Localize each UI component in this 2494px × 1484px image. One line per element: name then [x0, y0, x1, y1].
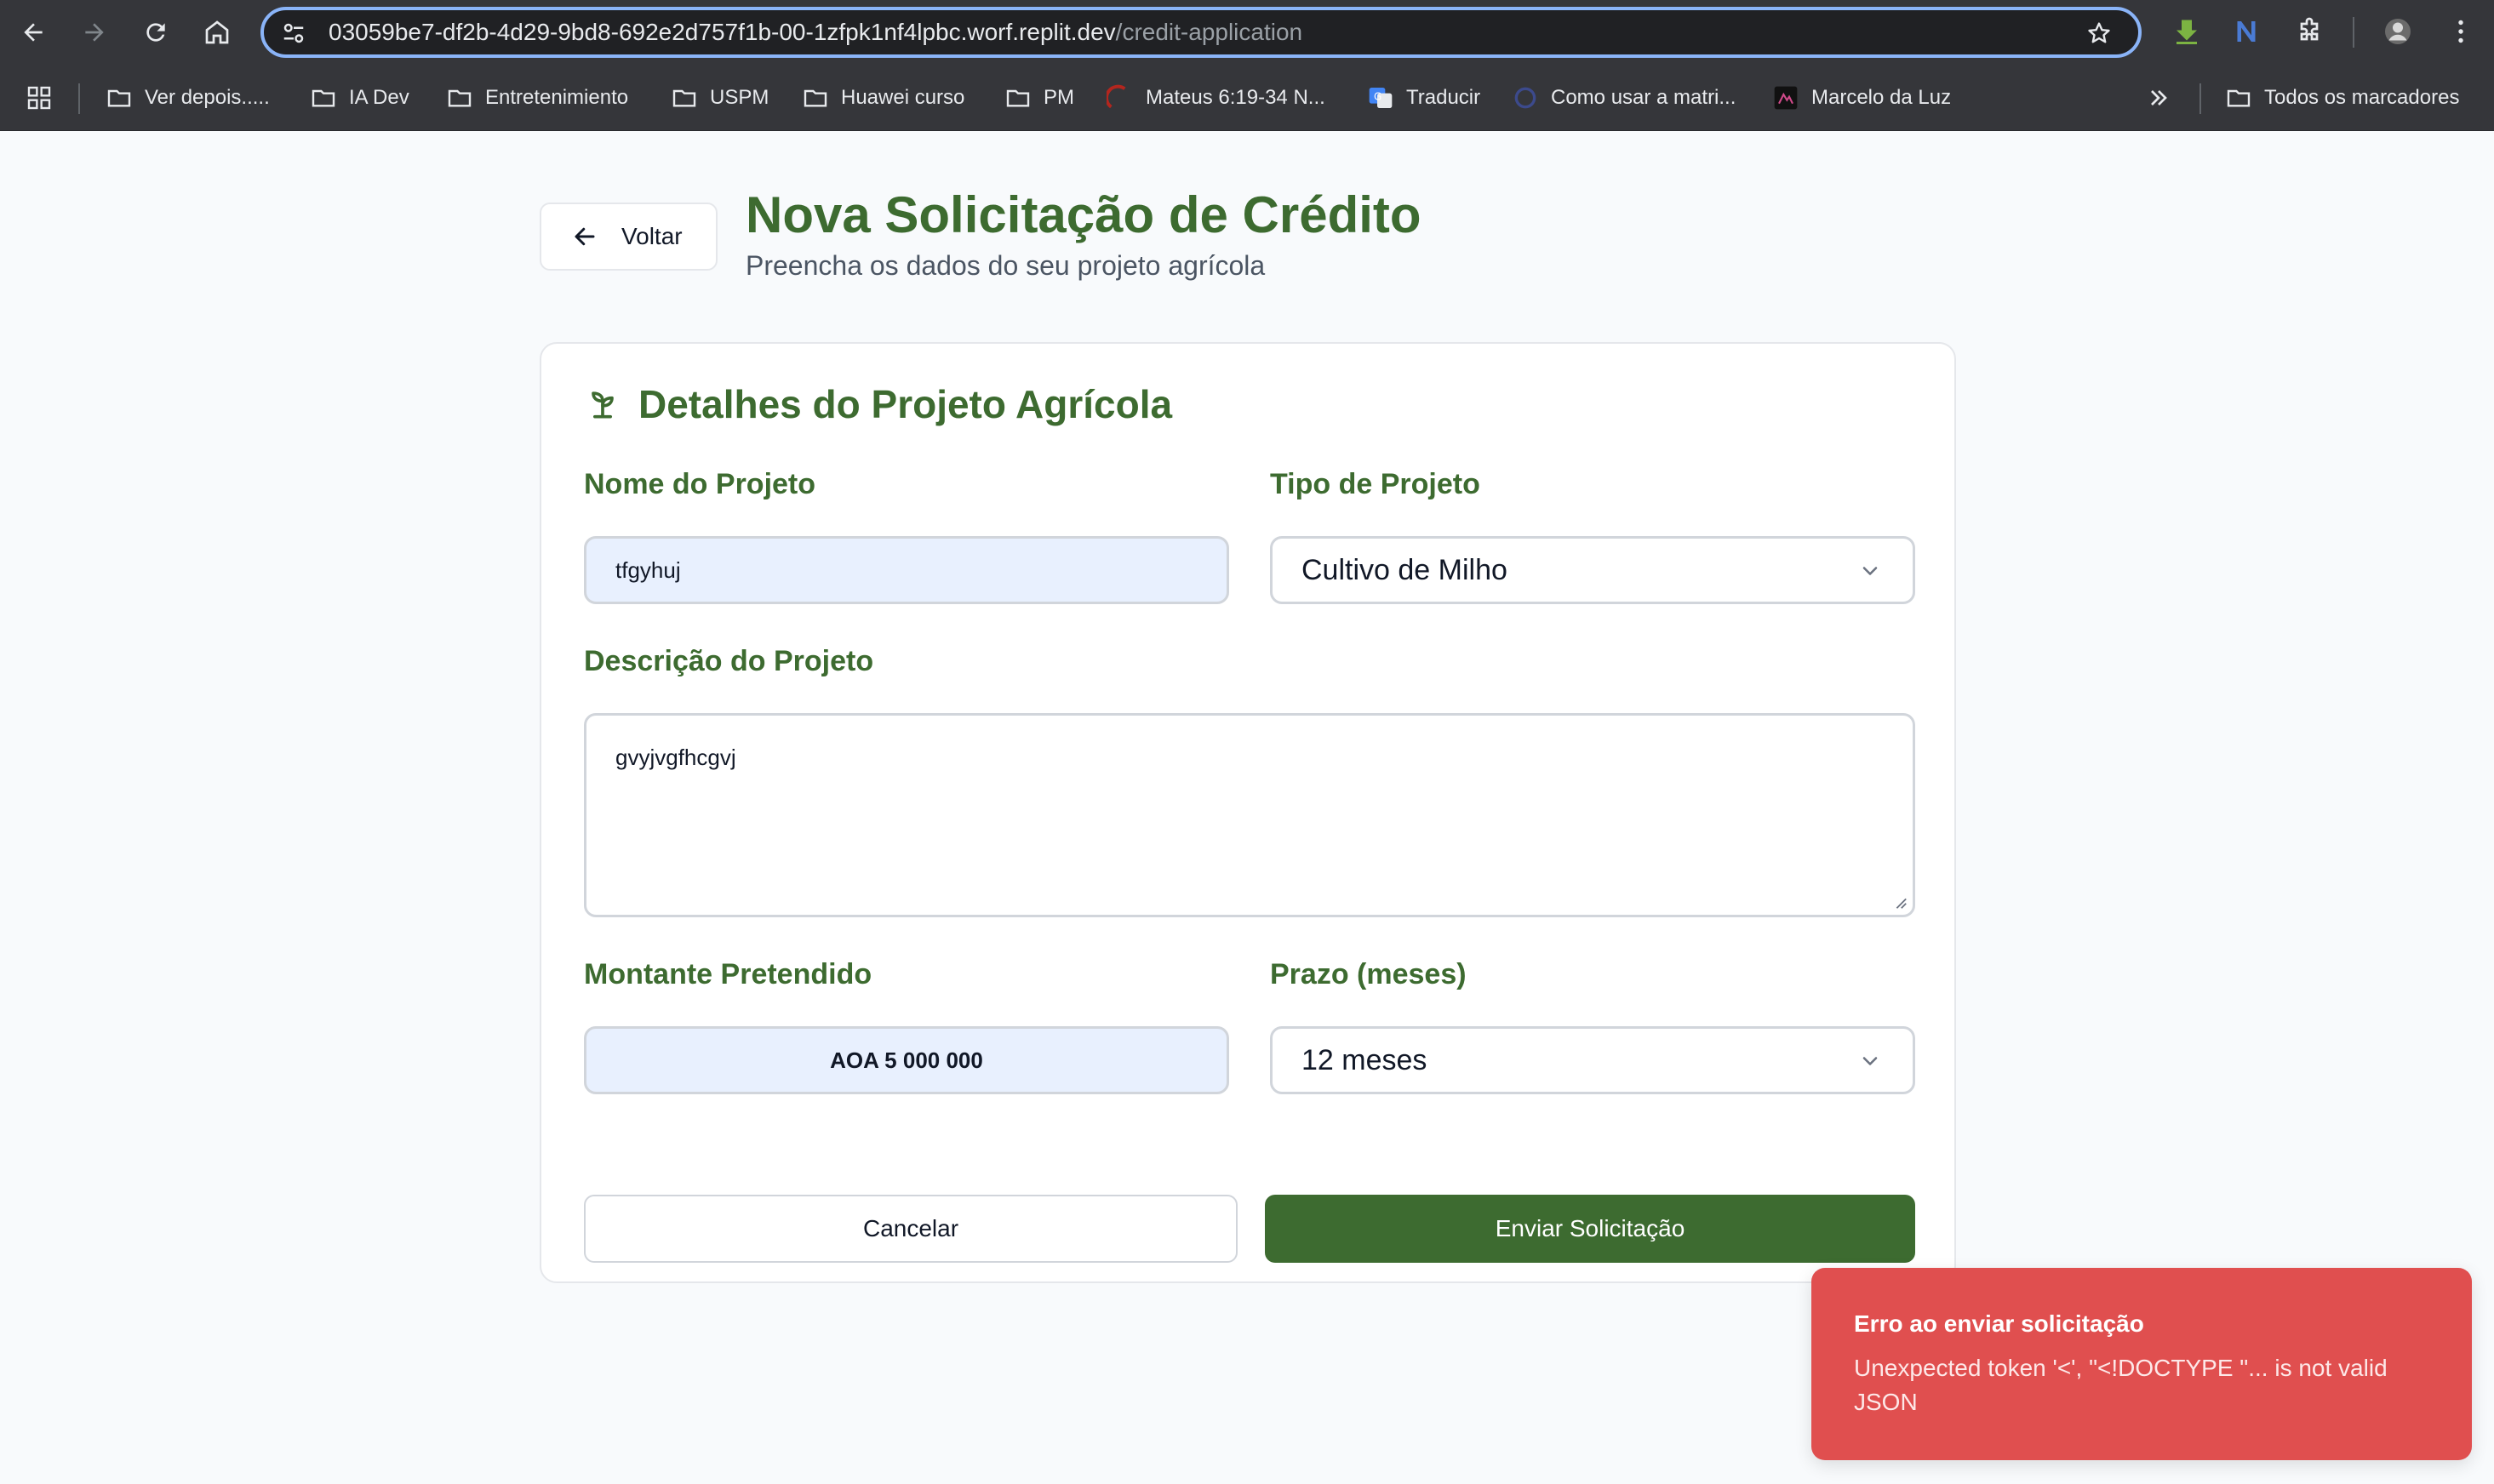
more-bookmarks-button[interactable] [2145, 65, 2172, 131]
bookmark-star-icon[interactable] [2085, 20, 2113, 47]
marcelo-favicon-icon [1774, 86, 1798, 110]
reload-icon [146, 23, 165, 42]
bookmark-folder[interactable]: Huawei curso [802, 65, 964, 131]
submit-button[interactable]: Enviar Solicitação [1265, 1195, 1915, 1263]
extensions-puzzle-icon[interactable] [2290, 12, 2329, 51]
folder-icon [1006, 89, 1030, 107]
chevron-down-icon [1862, 1057, 1878, 1065]
loading-favicon-icon [1514, 87, 1536, 109]
browser-toolbar: 03059be7-df2b-4d29-9bd8-692e2d757f1b-00-… [0, 0, 2494, 65]
bookmark-label: Huawei curso [841, 86, 965, 109]
bookmark-label: Entretenimiento [485, 86, 629, 109]
resize-grip-icon[interactable] [1892, 894, 1908, 910]
voltar-button[interactable]: Voltar [540, 203, 718, 271]
toast-message: Unexpected token '<', "<!DOCTYPE "... is… [1854, 1355, 2388, 1415]
cancel-label: Cancelar [862, 1215, 959, 1241]
sprout-icon [592, 391, 614, 419]
bookmark-link[interactable]: Marcelo da Luz [1772, 65, 1951, 131]
url-path: /credit-application [1115, 19, 1303, 45]
bookmark-folder[interactable]: PM [1004, 65, 1074, 131]
all-bookmarks-label: Todos os marcadores [2264, 86, 2460, 109]
more-menu-icon[interactable] [2441, 12, 2480, 51]
bookmark-folder[interactable]: Ver depois..... [106, 65, 270, 131]
section-title: Detalhes do Projeto Agrícola [584, 381, 1172, 427]
chevron-double-right-icon [2151, 90, 2167, 106]
description-textarea[interactable]: gvyjvgfhcgvj [584, 713, 1915, 917]
apps-grid-icon [27, 86, 51, 110]
bookmark-label: USPM [710, 86, 769, 109]
profile-avatar-icon[interactable] [2378, 12, 2417, 51]
project-details-card: Detalhes do Projeto Agrícola Nome do Pro… [540, 342, 1956, 1283]
bookmark-folder[interactable]: Entretenimiento [446, 65, 628, 131]
folder-icon [2227, 89, 2251, 107]
bookmark-label: PM [1044, 86, 1074, 109]
page-title: Nova Solicitação de Crédito [746, 186, 1421, 243]
arrow-right-icon [85, 23, 104, 42]
back-nav-button[interactable] [12, 11, 54, 54]
bible-favicon-icon [1107, 84, 1126, 109]
bookmark-label: IA Dev [349, 86, 409, 109]
download-extension-icon[interactable] [2167, 12, 2206, 51]
bookmark-folder[interactable]: USPM [671, 65, 769, 131]
site-settings-icon[interactable] [281, 20, 306, 46]
project-type-label: Tipo de Projeto [1270, 468, 1480, 500]
n-extension-icon[interactable] [2227, 12, 2266, 51]
amount-label: Montante Pretendido [584, 958, 872, 990]
home-button[interactable] [196, 11, 238, 54]
term-select[interactable]: 12 meses [1270, 1026, 1915, 1094]
bookmarks-bar: Ver depois..... IA Dev Entretenimiento U… [0, 65, 2494, 131]
home-icon [205, 20, 229, 44]
apps-grid-button[interactable] [26, 65, 53, 131]
forward-nav-button[interactable] [73, 11, 116, 54]
section-title-text: Detalhes do Projeto Agrícola [638, 382, 1173, 426]
cancel-button[interactable]: Cancelar [584, 1195, 1238, 1263]
term-label: Prazo (meses) [1270, 958, 1467, 990]
folder-icon [312, 89, 335, 107]
folder-icon [672, 89, 696, 107]
bookmarks-divider [78, 83, 80, 114]
bookmark-label: Como usar a matri... [1551, 86, 1736, 109]
bookmark-link[interactable]: Como usar a matri... [1512, 65, 1736, 131]
amount-input[interactable]: AOA 5 000 000 [584, 1026, 1229, 1094]
page-subtitle: Preencha os dados do seu projeto agrícol… [746, 250, 1266, 281]
submit-label: Enviar Solicitação [1495, 1215, 1685, 1241]
reload-button[interactable] [134, 11, 177, 54]
voltar-label: Voltar [621, 223, 683, 249]
project-type-value: Cultivo de Milho [1301, 553, 1507, 586]
term-value: 12 meses [1301, 1043, 1427, 1076]
bookmark-label: Mateus 6:19-34 N... [1146, 86, 1325, 109]
bookmark-link[interactable]: G Traducir [1367, 65, 1480, 131]
amount-value: AOA 5 000 000 [830, 1047, 983, 1073]
arrow-left-icon [24, 23, 43, 42]
description-value: gvyjvgfhcgvj [615, 745, 736, 770]
chevron-down-icon [1862, 567, 1878, 575]
bookmark-label: Marcelo da Luz [1811, 86, 1952, 109]
folder-icon [107, 89, 131, 107]
address-bar[interactable]: 03059be7-df2b-4d29-9bd8-692e2d757f1b-00-… [260, 7, 2142, 58]
url-text: 03059be7-df2b-4d29-9bd8-692e2d757f1b-00-… [329, 10, 1302, 54]
bookmark-label: Traducir [1406, 86, 1481, 109]
project-type-select[interactable]: Cultivo de Milho [1270, 536, 1915, 604]
bookmark-folder[interactable]: IA Dev [310, 65, 409, 131]
bookmarks-divider [2199, 83, 2201, 114]
translate-favicon-icon: G [1369, 88, 1393, 108]
bookmark-link[interactable]: Mateus 6:19-34 N... [1107, 65, 1325, 131]
bookmark-label: Ver depois..... [145, 86, 270, 109]
all-bookmarks-folder[interactable]: Todos os marcadores [2225, 65, 2459, 131]
url-host: 03059be7-df2b-4d29-9bd8-692e2d757f1b-00-… [329, 19, 1116, 45]
project-name-value: tfgyhuj [615, 556, 681, 583]
svg-text:G: G [1374, 91, 1381, 103]
toast-title: Erro ao enviar solicitação [1854, 1310, 2144, 1337]
project-name-label: Nome do Projeto [584, 468, 816, 500]
error-toast[interactable]: Erro ao enviar solicitação Unexpected to… [1811, 1268, 2472, 1460]
project-name-input[interactable]: tfgyhuj [584, 536, 1229, 604]
description-label: Descrição do Projeto [584, 645, 874, 677]
folder-icon [448, 89, 472, 107]
toolbar-divider [2353, 17, 2354, 48]
arrow-left-icon [575, 227, 595, 246]
folder-icon [804, 89, 827, 107]
